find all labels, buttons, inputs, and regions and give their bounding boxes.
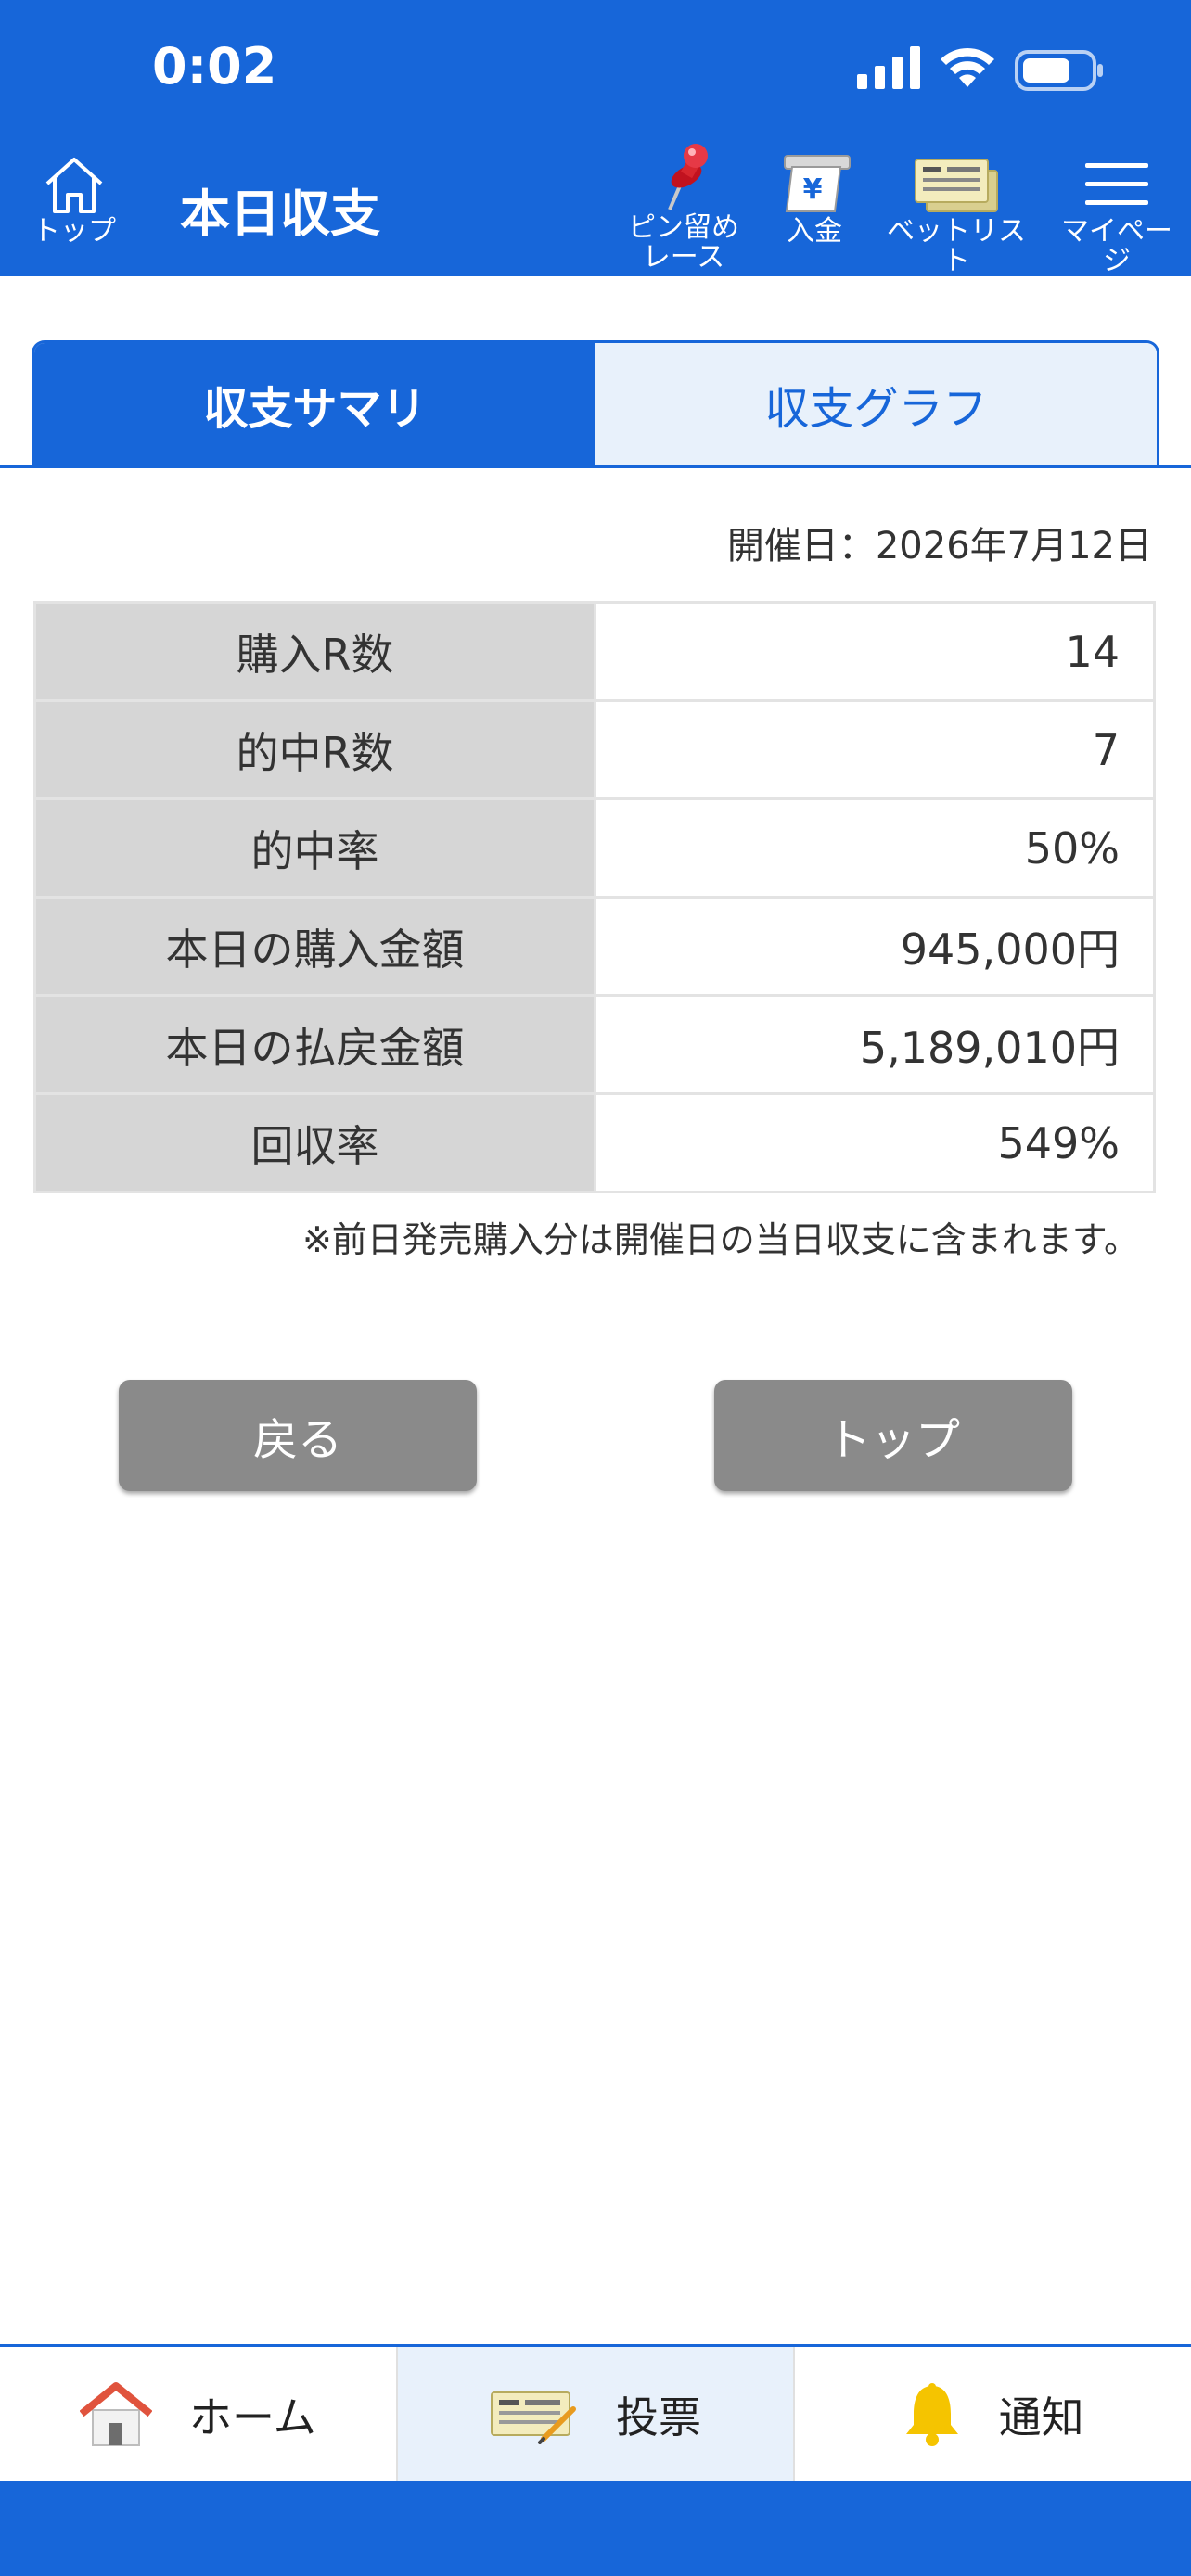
tab-graph[interactable]: 収支グラフ xyxy=(596,343,1157,465)
status-bar: 0:02 xyxy=(0,0,1191,139)
tab-summary[interactable]: 収支サマリ xyxy=(34,343,596,465)
header-mypage-button[interactable]: マイページ xyxy=(1050,152,1184,276)
header-deposit-button[interactable]: ¥ 入金 xyxy=(766,152,863,247)
row-label: 本日の払戻金額 xyxy=(33,994,596,1095)
bottom-nav-home[interactable]: ホーム xyxy=(0,2347,398,2481)
status-time: 0:02 xyxy=(152,37,277,96)
row-label: 的中率 xyxy=(33,797,596,899)
table-row: 的中R数 7 xyxy=(33,699,1156,800)
bottom-nav: ホーム 投票 通知 xyxy=(0,2344,1191,2481)
table-row: 購入R数 14 xyxy=(33,601,1156,702)
row-value: 50% xyxy=(594,797,1156,899)
hamburger-menu-icon xyxy=(1085,163,1148,205)
summary-table: 購入R数 14 的中R数 7 的中率 50% 本日の購入金額 945,000円 … xyxy=(33,601,1156,1193)
header-pin-label-line1: ピン留め xyxy=(628,211,739,244)
back-button[interactable]: 戻る xyxy=(119,1380,477,1491)
summary-note: ※前日発売購入分は開催日の当日収支に含まれます。 xyxy=(301,1219,1139,1260)
header-home-button[interactable]: トップ xyxy=(28,154,121,247)
wifi-icon xyxy=(941,47,994,87)
home-indicator-bar xyxy=(0,2481,1191,2576)
row-label: 的中R数 xyxy=(33,699,596,800)
bottom-nav-home-label: ホーム xyxy=(189,2391,316,2442)
row-label: 回収率 xyxy=(33,1092,596,1193)
top-button[interactable]: トップ xyxy=(714,1380,1072,1491)
pushpin-icon xyxy=(668,144,708,210)
house-icon xyxy=(80,2381,153,2446)
header-home-label: トップ xyxy=(32,215,116,248)
row-label: 本日の購入金額 xyxy=(33,896,596,997)
row-value: 5,189,010円 xyxy=(594,994,1156,1095)
table-row: 的中率 50% xyxy=(33,797,1156,899)
tab-underline xyxy=(0,465,1191,468)
bottom-nav-notify-label: 通知 xyxy=(998,2391,1084,2442)
cellular-signal-icon xyxy=(857,46,920,89)
battery-icon xyxy=(1015,50,1103,91)
bottom-nav-vote-label: 投票 xyxy=(616,2391,701,2442)
row-value: 549% xyxy=(594,1092,1156,1193)
table-row: 回収率 549% xyxy=(33,1092,1156,1193)
header-deposit-label: 入金 xyxy=(787,215,842,248)
row-value: 7 xyxy=(594,699,1156,800)
row-value: 945,000円 xyxy=(594,896,1156,997)
yen-receipt-icon: ¥ xyxy=(784,155,851,212)
bell-icon xyxy=(905,2382,958,2446)
row-value: 14 xyxy=(594,601,1156,702)
ticket-pen-icon xyxy=(491,2391,576,2444)
app-header: トップ 本日収支 ピン留め レース ¥ 入金 ベットリスト マイページ xyxy=(0,139,1191,276)
page-title: 本日収支 xyxy=(180,185,380,243)
header-betlist-button[interactable]: ベットリスト xyxy=(881,152,1031,276)
race-date: 開催日：2026年7月12日 xyxy=(726,525,1152,567)
bottom-nav-notify[interactable]: 通知 xyxy=(795,2347,1191,2481)
bottom-nav-vote[interactable]: 投票 xyxy=(397,2347,796,2481)
header-mypage-label: マイページ xyxy=(1061,215,1172,277)
house-outline-icon xyxy=(45,158,103,213)
bet-tickets-icon xyxy=(915,159,998,212)
table-row: 本日の購入金額 945,000円 xyxy=(33,896,1156,997)
header-pin-label-line2: レース xyxy=(642,241,725,274)
row-label: 購入R数 xyxy=(33,601,596,702)
header-betlist-label: ベットリスト xyxy=(887,215,1026,277)
yen-glyph: ¥ xyxy=(803,173,823,206)
table-row: 本日の払戻金額 5,189,010円 xyxy=(33,994,1156,1095)
summary-tabs: 収支サマリ 収支グラフ xyxy=(32,340,1159,465)
header-pin-race-button[interactable]: ピン留め レース xyxy=(621,143,746,273)
